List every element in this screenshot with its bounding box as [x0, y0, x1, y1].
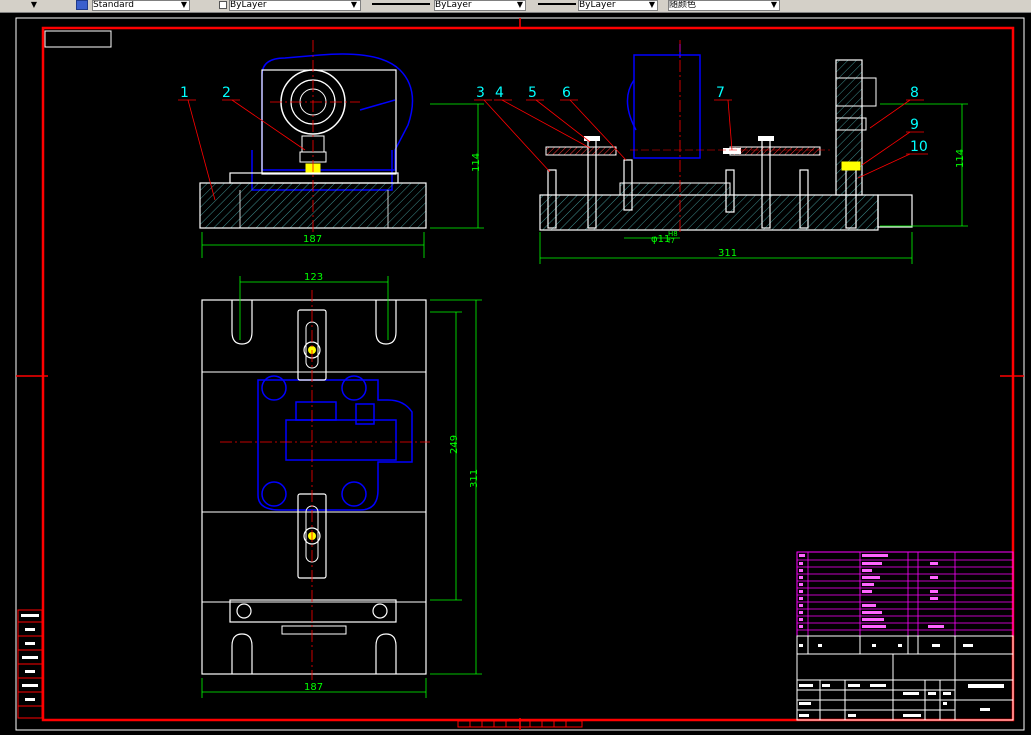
- balloon-10: 10: [910, 139, 928, 155]
- dim-side-height: 114: [955, 149, 966, 168]
- dim-plan-height: 311: [469, 469, 480, 488]
- text-style-value: Standard: [93, 0, 134, 10]
- linetype-select[interactable]: ByLayer: [434, 0, 526, 11]
- linetype-preview: [372, 3, 430, 5]
- front-view[interactable]: 187 114: [199, 40, 484, 258]
- margin-stamp-table: [17, 609, 43, 719]
- balloon-1: 1: [180, 85, 189, 101]
- drawing-number-box: [44, 30, 112, 48]
- dropdown-arrow-icon[interactable]: ▼: [28, 0, 40, 11]
- lineweight-value: ByLayer: [579, 0, 616, 10]
- balloon-8: 8: [910, 85, 919, 101]
- balloon-9: 9: [910, 117, 919, 133]
- balloon-3: 3: [476, 85, 485, 101]
- clamp-plate-right: [729, 146, 821, 156]
- dim-front-height: 114: [471, 153, 482, 172]
- chevron-down-icon[interactable]: ▼: [646, 0, 658, 11]
- plan-base-outline: [201, 299, 427, 675]
- dim-plan-width: 187: [304, 682, 323, 693]
- chevron-down-icon[interactable]: ▼: [768, 0, 780, 11]
- layer-color-swatch-icon: [219, 1, 227, 9]
- dim-side-width: 311: [718, 248, 737, 259]
- dim-side-hole-tol-bot: f7: [668, 237, 675, 245]
- support-block: [835, 59, 863, 196]
- linetype-value: ByLayer: [435, 0, 472, 10]
- side-view[interactable]: 311 φ11 H8 f7 114: [539, 40, 968, 264]
- layer-value: ByLayer: [230, 0, 267, 10]
- drawing-canvas[interactable]: 187 114 311 φ11 H8 f7 114 123 249 311 18…: [0, 12, 1031, 735]
- plan-view[interactable]: 123 249 311 187: [201, 272, 482, 698]
- plotstyle-select[interactable]: 随颜色: [668, 0, 780, 11]
- lineweight-preview: [538, 3, 576, 5]
- clamp-plate-left: [545, 146, 617, 156]
- balloon-6: 6: [562, 85, 571, 101]
- chevron-down-icon[interactable]: ▼: [348, 0, 360, 11]
- plotstyle-value: 随颜色: [669, 0, 697, 10]
- bill-of-materials[interactable]: [796, 551, 1014, 637]
- workpiece-outline-front: [251, 53, 414, 191]
- workpiece-outline-side: [626, 44, 701, 159]
- balloon-2: 2: [222, 85, 231, 101]
- dim-plan-inner: 249: [449, 435, 460, 454]
- workpiece-outline-plan: [257, 375, 413, 511]
- side-base-section: [539, 194, 879, 231]
- title-block[interactable]: [796, 635, 1014, 721]
- dim-front-width: 187: [303, 234, 322, 245]
- balloon-7: 7: [716, 85, 725, 101]
- balloon-5: 5: [528, 85, 537, 101]
- text-style-select[interactable]: Standard: [92, 0, 190, 11]
- balloon-4: 4: [495, 85, 504, 101]
- chevron-down-icon[interactable]: ▼: [514, 0, 526, 11]
- dim-plan-slot-spacing: 123: [304, 272, 323, 283]
- plan-u-slots: [231, 300, 397, 674]
- text-style-icon[interactable]: [76, 0, 88, 10]
- chevron-down-icon[interactable]: ▼: [178, 0, 190, 11]
- layer-select[interactable]: ByLayer: [229, 0, 361, 11]
